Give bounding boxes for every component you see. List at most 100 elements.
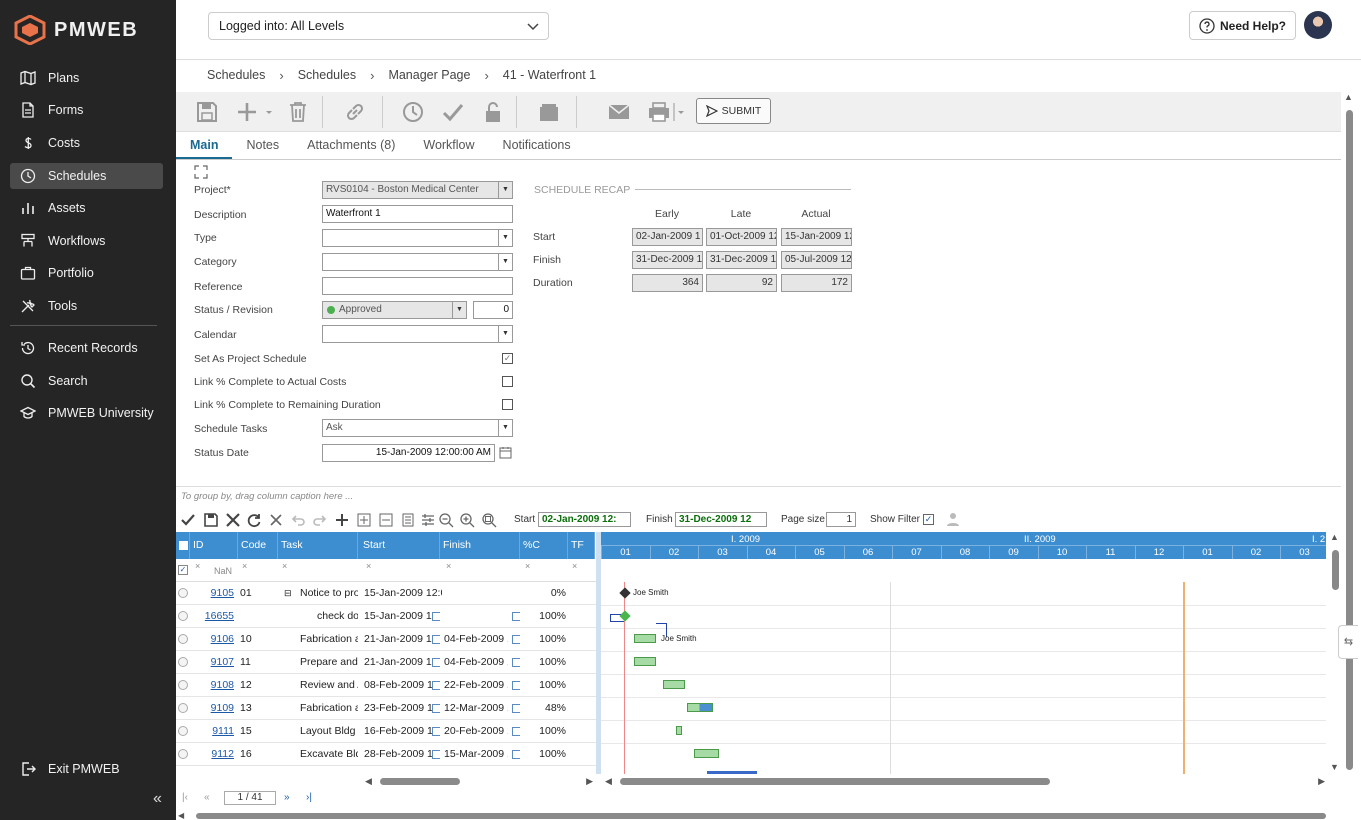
table-row[interactable]: 9112 16 Excavate Bldg 28-Feb-2009 1: 15-… (176, 743, 596, 766)
task-bar[interactable] (634, 657, 656, 666)
calendar-select[interactable]: ▼ (322, 325, 513, 343)
exit-button[interactable]: Exit PMWEB (10, 756, 163, 782)
row-id-link[interactable]: 16655 (192, 605, 234, 628)
dropdown-arrow-icon[interactable]: ▼ (452, 302, 466, 318)
sidebar-item-tools[interactable]: Tools (10, 293, 163, 319)
calendar-icon[interactable] (510, 720, 520, 743)
redo-icon[interactable] (312, 512, 328, 528)
calendar-icon[interactable] (510, 743, 520, 766)
calendar-icon[interactable] (430, 720, 440, 743)
collapse-toggle-icon[interactable]: ⊟ (284, 582, 291, 605)
row-select-radio[interactable] (178, 749, 188, 759)
task-bar[interactable] (634, 634, 656, 643)
first-page-icon[interactable]: |‹ (182, 792, 188, 803)
sidebar-item-workflows[interactable]: Workflows (10, 228, 163, 254)
collapse-all-icon[interactable] (378, 512, 394, 528)
column-header-tf[interactable]: TF (568, 532, 595, 559)
unlock-icon[interactable] (484, 100, 502, 124)
show-filter-checkbox[interactable]: ✓ (923, 514, 934, 525)
clear-x-icon[interactable] (268, 512, 284, 528)
side-panel-tab-icon[interactable]: ⇆ (1338, 625, 1358, 659)
accept-check-icon[interactable] (180, 512, 196, 528)
dropdown-arrow-icon[interactable]: ▼ (498, 326, 512, 342)
zoom-fit-icon[interactable] (481, 512, 497, 528)
add-row-icon[interactable] (334, 512, 350, 528)
reference-field[interactable] (322, 277, 513, 295)
zoom-out-icon[interactable] (438, 512, 454, 528)
milestone-marker[interactable] (619, 587, 631, 599)
email-icon[interactable] (608, 100, 630, 124)
calendar-icon[interactable] (430, 697, 440, 720)
row-select-radio[interactable] (178, 611, 188, 621)
row-id-link[interactable]: 9111 (192, 720, 234, 743)
calendar-icon[interactable] (430, 651, 440, 674)
sidebar-item-schedules[interactable]: Schedules (10, 163, 163, 189)
task-bar[interactable] (676, 726, 682, 735)
row-select-radio[interactable] (178, 726, 188, 736)
grid-start-date-field[interactable]: 02-Jan-2009 12: (538, 512, 631, 527)
row-id-link[interactable]: 9105 (192, 582, 234, 605)
select-all-checkbox[interactable] (176, 532, 190, 559)
next-page-icon[interactable]: » (284, 792, 290, 803)
row-id-link[interactable]: 9107 (192, 651, 234, 674)
row-select-radio[interactable] (178, 680, 188, 690)
row-id-link[interactable]: 9106 (192, 628, 234, 651)
user-icon[interactable] (945, 511, 961, 527)
tab-main[interactable]: Main (176, 132, 233, 159)
table-row[interactable]: 9109 13 Fabrication an 23-Feb-2009 1: 12… (176, 697, 596, 720)
task-bar[interactable] (694, 749, 719, 758)
calendar-icon[interactable] (499, 446, 512, 459)
dropdown-arrow-icon[interactable]: ▼ (498, 254, 512, 270)
sidebar-item-recent-records[interactable]: Recent Records (10, 335, 163, 361)
gantt-horizontal-scrollbar[interactable]: ◀ ▶ (605, 776, 1325, 787)
column-header-code[interactable]: Code (238, 532, 278, 559)
calendar-icon[interactable] (430, 743, 440, 766)
tab-attachments[interactable]: Attachments (8) (293, 132, 409, 159)
user-avatar[interactable] (1304, 11, 1332, 39)
column-header-finish[interactable]: Finish (440, 532, 520, 559)
clear-filter-icon[interactable]: × (195, 561, 200, 571)
link-remaining-duration-checkbox[interactable] (502, 399, 513, 410)
sidebar-item-assets[interactable]: Assets (10, 195, 163, 221)
expand-icon[interactable] (194, 165, 208, 179)
clear-filter-icon[interactable]: × (446, 561, 451, 571)
login-level-select[interactable]: Logged into: All Levels (208, 12, 549, 40)
table-row[interactable]: 9107 11 Prepare and I 21-Jan-2009 1: 04-… (176, 651, 596, 674)
page-horizontal-scrollbar[interactable]: ◀ (176, 811, 1341, 820)
save-changes-icon[interactable] (203, 512, 219, 528)
cancel-x-icon[interactable] (225, 512, 241, 528)
row-id-link[interactable]: 9108 (192, 674, 234, 697)
category-select[interactable]: ▼ (322, 253, 513, 271)
tab-notifications[interactable]: Notifications (489, 132, 585, 159)
print-icon[interactable] (648, 100, 688, 124)
prev-page-icon[interactable]: « (204, 792, 210, 803)
refresh-icon[interactable] (246, 512, 262, 528)
sidebar-item-plans[interactable]: Plans (10, 65, 163, 91)
link-actual-costs-checkbox[interactable] (502, 376, 513, 387)
schedule-tasks-select[interactable]: Ask ▼ (322, 419, 513, 437)
dropdown-arrow-icon[interactable]: ▼ (498, 230, 512, 246)
revision-field[interactable]: 0 (473, 301, 513, 319)
settings-sliders-icon[interactable] (420, 512, 436, 528)
status-select[interactable]: Approved ▼ (322, 301, 467, 319)
column-header-id[interactable]: ID (190, 532, 238, 559)
expand-all-icon[interactable] (356, 512, 372, 528)
page-size-field[interactable]: 1 (826, 512, 856, 527)
zoom-in-icon[interactable] (459, 512, 475, 528)
clear-filter-icon[interactable]: × (282, 561, 287, 571)
column-header-task[interactable]: Task (278, 532, 358, 559)
clear-filter-icon[interactable]: × (242, 561, 247, 571)
table-row[interactable]: 9111 15 Layout Bldg F 16-Feb-2009 1: 20-… (176, 720, 596, 743)
calendar-icon[interactable] (430, 605, 440, 628)
sidebar-item-forms[interactable]: Forms (10, 97, 163, 123)
task-bar[interactable] (687, 703, 713, 712)
tab-notes[interactable]: Notes (232, 132, 293, 159)
add-icon[interactable] (236, 100, 274, 124)
row-select-radio[interactable] (178, 657, 188, 667)
sidebar-item-search[interactable]: Search (10, 368, 163, 394)
task-bar[interactable] (663, 680, 685, 689)
table-row[interactable]: 9108 12 Review and A 08-Feb-2009 1: 22-F… (176, 674, 596, 697)
page-number-field[interactable]: 1 / 41 (224, 791, 276, 805)
description-field[interactable]: Waterfront 1 (322, 205, 513, 223)
collapse-sidebar-icon[interactable]: « (153, 790, 162, 808)
